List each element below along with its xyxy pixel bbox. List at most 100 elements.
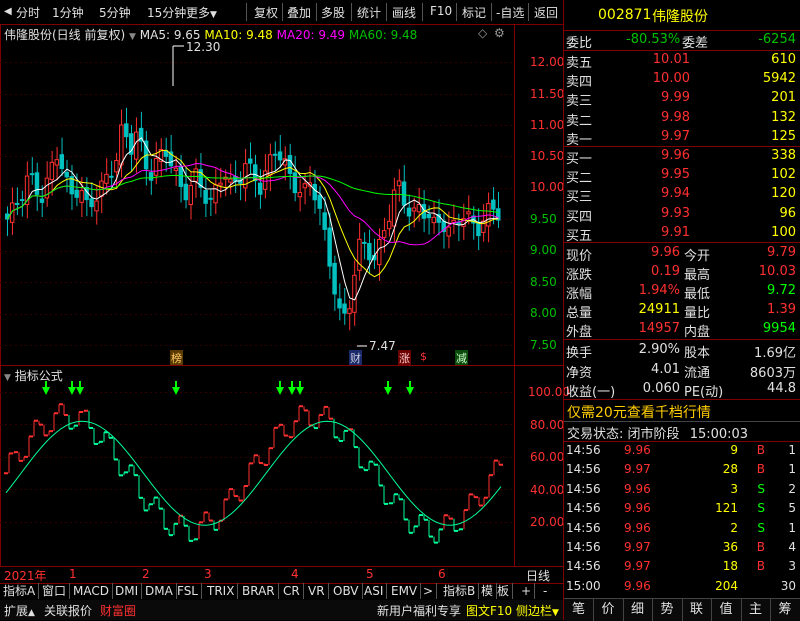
indicator-chart[interactable]	[0, 365, 514, 567]
tab-indicator-a[interactable]: 指标A	[0, 583, 39, 599]
bottom-bar: 扩展▲ 关联报价 财富圈 新用户福利专享 图文F10 侧边栏▼	[0, 600, 564, 620]
ask-row[interactable]: 卖一9.97125	[566, 128, 798, 147]
tab-fsl[interactable]: FSL	[174, 583, 202, 599]
tab-dmi[interactable]: DMI	[112, 583, 142, 599]
event-tag-jian[interactable]: 减	[455, 350, 468, 366]
price-tick: 11.00	[530, 118, 564, 132]
wealth-circle-button[interactable]: 财富圈	[100, 602, 136, 619]
new-user-promo-link[interactable]: 新用户福利专享	[377, 602, 461, 619]
tick-row[interactable]: 14:569.9728B1	[566, 461, 798, 480]
bid-row[interactable]: 买四9.9396	[566, 205, 798, 224]
tick-row[interactable]: 14:569.96121S5	[566, 500, 798, 519]
tick-row[interactable]: 14:569.9718B3	[566, 558, 798, 577]
quote-tab[interactable]: 价	[594, 599, 624, 621]
tab-next-arrow[interactable]: >	[420, 583, 437, 599]
toolbar-overlay-button[interactable]: 叠加	[287, 4, 311, 21]
event-tag-cai[interactable]: 财	[349, 350, 362, 366]
stat-row: 涨幅1.94%最低9.72	[566, 282, 798, 301]
tab-indicator-b[interactable]: 指标B	[440, 583, 479, 599]
trade-status: 交易状态: 闭市阶段 15:00:03	[567, 423, 748, 442]
tab-vr[interactable]: VR	[305, 583, 329, 599]
toolbar-5min-button[interactable]: 5分钟	[99, 4, 131, 21]
signal-arrows	[42, 381, 414, 395]
price-tick: 10.00	[530, 180, 564, 194]
toolbar-watchlist-button[interactable]: -自选	[496, 4, 524, 21]
event-tag-bang[interactable]: 榜	[170, 350, 183, 366]
ask-row[interactable]: 卖五10.01610	[566, 51, 798, 70]
tab-window[interactable]: 窗口	[39, 583, 70, 599]
stat-row: 涨跌0.19最高10.03	[566, 263, 798, 282]
tab-asi[interactable]: ASI	[361, 583, 387, 599]
sidebar-toggle-button[interactable]: 侧边栏▼	[516, 602, 559, 619]
quote-tab[interactable]: 联	[682, 599, 712, 621]
date-month: 3	[204, 567, 212, 581]
related-quotes-button[interactable]: 关联报价	[44, 602, 92, 619]
tab-macd[interactable]: MACD	[70, 583, 113, 599]
toolbar-fenshi-button[interactable]: 分时	[16, 4, 40, 21]
bid-row[interactable]: 买一9.96338	[566, 147, 798, 166]
event-tag-dollar[interactable]: $	[420, 350, 427, 363]
price-tick: 8.00	[530, 306, 557, 320]
quote-tab[interactable]: 筹	[771, 599, 800, 621]
price-tick: 10.50	[530, 149, 564, 163]
tick-row[interactable]: 15:009.9620430	[566, 578, 798, 597]
stock-code: 002871	[598, 7, 651, 23]
low-price-label: 7.47	[369, 339, 396, 353]
quote-tab[interactable]: 值	[712, 599, 742, 621]
stat-row: 总量24911量比1.39	[566, 301, 798, 320]
toolbar-back-button[interactable]: 返回	[534, 4, 558, 21]
toolbar-15min-button[interactable]: 15分钟	[147, 4, 186, 21]
tab-cr[interactable]: CR	[280, 583, 304, 599]
tab-add[interactable]: +	[518, 583, 535, 599]
expand-button[interactable]: 扩展▲	[4, 602, 35, 619]
period-label[interactable]: 日线	[526, 567, 550, 584]
indicator-tick: 60.00	[530, 450, 564, 464]
moving-averages	[7, 138, 498, 300]
bid-row[interactable]: 买五9.91100	[566, 224, 798, 243]
tick-row[interactable]: 14:569.9736B4	[566, 539, 798, 558]
tab-dma[interactable]: DMA	[142, 583, 177, 599]
collapse-icon[interactable]: ◀	[4, 6, 12, 17]
toolbar-more-button[interactable]: 更多▼	[186, 4, 217, 21]
ask-row[interactable]: 卖三9.99201	[566, 89, 798, 108]
tab-obv[interactable]: OBV	[330, 583, 363, 599]
tab-remove[interactable]: -	[540, 583, 550, 599]
tab-trix[interactable]: TRIX	[204, 583, 238, 599]
tick-row[interactable]: 14:569.963S2	[566, 481, 798, 500]
quote-tab[interactable]: 细	[623, 599, 653, 621]
stock-name: 伟隆股份	[652, 6, 708, 26]
toolbar-f10-button[interactable]: F10	[430, 4, 452, 18]
bid-row[interactable]: 买三9.94120	[566, 185, 798, 204]
quote-tab[interactable]: 势	[653, 599, 683, 621]
tick-row[interactable]: 14:569.969B1	[566, 442, 798, 461]
toolbar-stats-button[interactable]: 统计	[357, 4, 381, 21]
toolbar-mark-button[interactable]: 标记	[462, 4, 486, 21]
stat-row: 外盘14957内盘9954	[566, 320, 798, 339]
event-tag-zhang[interactable]: 涨	[398, 350, 411, 366]
quote-tab[interactable]: 主	[741, 599, 771, 621]
kline-chart[interactable]	[0, 24, 564, 366]
date-month: 5	[366, 567, 374, 581]
indicator-tick: 20.00	[530, 515, 564, 529]
ask-row[interactable]: 卖四10.005942	[566, 70, 798, 89]
bid-row[interactable]: 买二9.95102	[566, 166, 798, 185]
level2-promo-link[interactable]: 仅需20元查看千档行情	[567, 402, 711, 422]
ask-row[interactable]: 卖二9.98132	[566, 109, 798, 128]
date-year: 2021年	[4, 567, 47, 584]
toolbar-drawline-button[interactable]: 画线	[392, 4, 416, 21]
stat-row: 现价9.96今开9.79	[566, 244, 798, 263]
date-month: 2	[142, 567, 150, 581]
fundamental-row: 净资4.01流通8603万	[566, 361, 798, 380]
tab-ban[interactable]: 板	[494, 583, 513, 599]
toolbar-1min-button[interactable]: 1分钟	[52, 4, 84, 21]
quote-tab[interactable]: 笔	[564, 599, 594, 621]
tab-brar[interactable]: BRAR	[239, 583, 279, 599]
high-price-label: 12.30	[186, 40, 220, 54]
tick-row[interactable]: 14:569.962S1	[566, 520, 798, 539]
chevron-down-icon: ▼	[210, 10, 217, 20]
toolbar-multistock-button[interactable]: 多股	[321, 4, 345, 21]
price-tick: 7.50	[530, 338, 557, 352]
f10-link[interactable]: 图文F10	[466, 602, 512, 619]
toolbar-fuquan-button[interactable]: 复权	[254, 4, 278, 21]
tab-emv[interactable]: EMV	[388, 583, 421, 599]
